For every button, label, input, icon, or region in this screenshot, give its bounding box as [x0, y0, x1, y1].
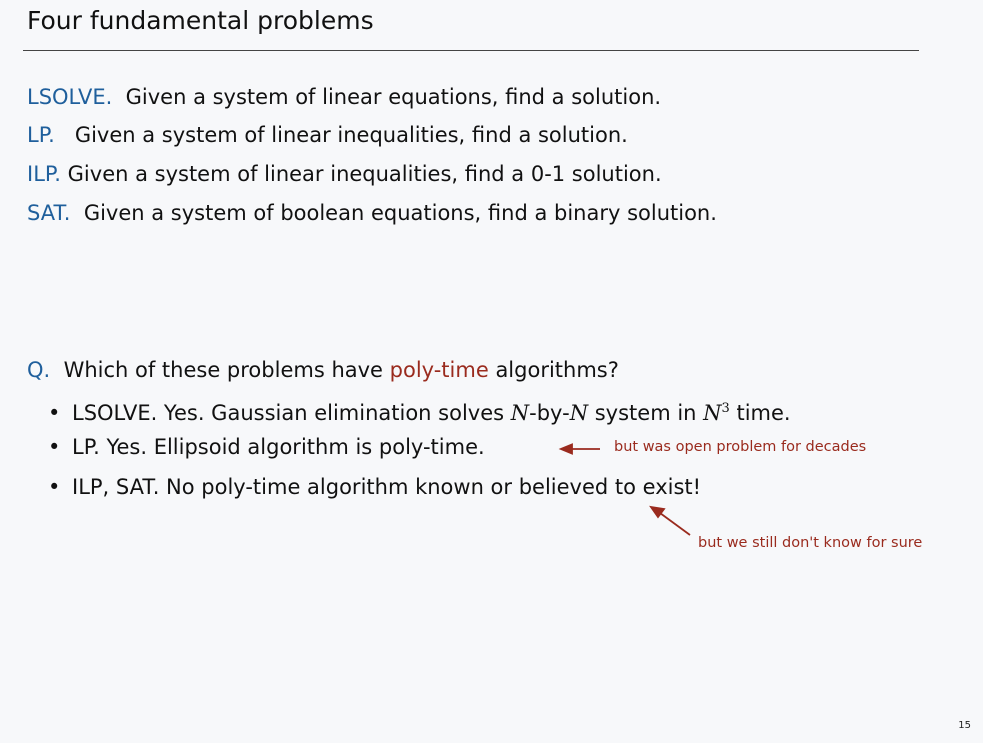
annotation-lp: but was open problem for decades — [614, 439, 867, 455]
annotation-arrows — [558, 443, 691, 536]
page-number: 15 — [958, 720, 971, 731]
arrow-to-ilp-sat — [649, 505, 691, 536]
arrow-to-lp — [558, 443, 600, 455]
annotation-ilp-sat: but we still don't know for sure — [698, 535, 923, 551]
